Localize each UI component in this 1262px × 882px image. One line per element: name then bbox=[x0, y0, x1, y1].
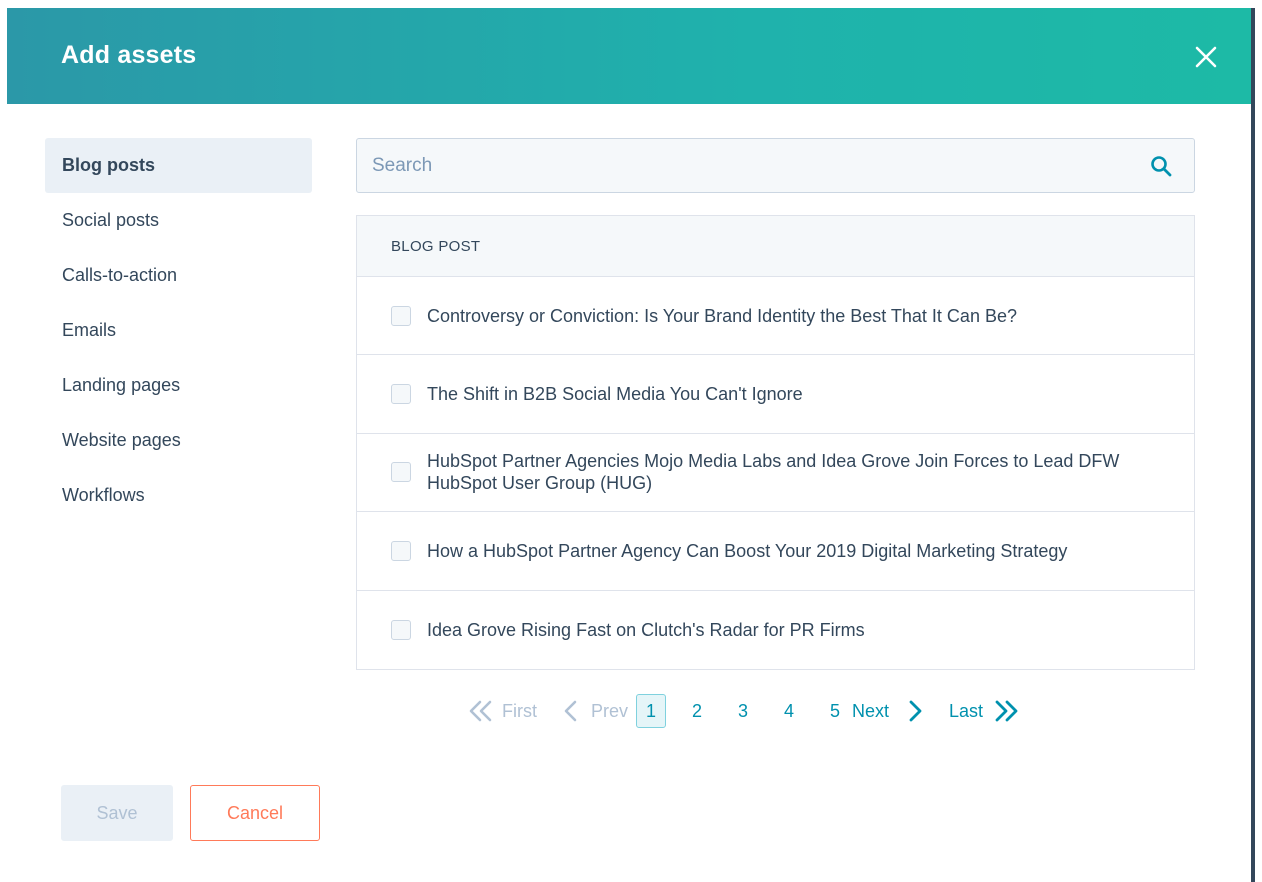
page-edge bbox=[0, 0, 1262, 8]
table-header: BLOG POST bbox=[357, 216, 1194, 277]
row-checkbox[interactable] bbox=[391, 619, 411, 640]
asset-type-sidebar: Blog posts Social posts Calls-to-action … bbox=[45, 138, 312, 523]
close-button[interactable] bbox=[1194, 45, 1218, 69]
row-title: HubSpot Partner Agencies Mojo Media Labs… bbox=[427, 451, 1120, 494]
page-3-button[interactable]: 3 bbox=[728, 694, 758, 728]
page-1-button[interactable]: 1 bbox=[636, 694, 667, 728]
sidebar-item-workflows[interactable]: Workflows bbox=[45, 468, 312, 523]
page-4-button[interactable]: 4 bbox=[774, 694, 804, 728]
sidebar-item-social-posts[interactable]: Social posts bbox=[45, 193, 312, 248]
add-assets-modal: Add assets Blog posts Social posts Calls… bbox=[7, 8, 1251, 882]
row-checkbox[interactable] bbox=[391, 540, 411, 561]
row-title: The Shift in B2B Social Media You Can't … bbox=[427, 384, 803, 405]
last-page-label[interactable]: Last bbox=[949, 701, 983, 722]
cancel-button[interactable]: Cancel bbox=[190, 785, 320, 841]
row-title: How a HubSpot Partner Agency Can Boost Y… bbox=[427, 540, 1068, 561]
search-box bbox=[356, 138, 1195, 193]
pagination: First Prev 1 2 3 4 5 Next Last bbox=[468, 691, 1019, 731]
prev-page-button bbox=[563, 699, 579, 723]
page-2-button[interactable]: 2 bbox=[682, 694, 712, 728]
chevron-left-icon bbox=[564, 700, 577, 722]
search-icon bbox=[1151, 156, 1172, 177]
save-button[interactable]: Save bbox=[61, 785, 173, 841]
prev-page-label: Prev bbox=[591, 700, 629, 721]
table-row: Controversy or Conviction: Is Your Brand… bbox=[357, 277, 1194, 356]
last-page-button[interactable] bbox=[993, 699, 1019, 723]
table-row: Idea Grove Rising Fast on Clutch's Radar… bbox=[357, 591, 1194, 669]
page-5-button[interactable]: 5 bbox=[820, 694, 850, 728]
table-row: How a HubSpot Partner Agency Can Boost Y… bbox=[357, 512, 1194, 591]
blog-post-table: BLOG POST Controversy or Conviction: Is … bbox=[356, 215, 1195, 670]
search-input[interactable] bbox=[357, 139, 1137, 192]
window-edge bbox=[1251, 8, 1255, 882]
row-title: Controversy or Conviction: Is Your Brand… bbox=[427, 305, 1017, 326]
first-page-button bbox=[468, 699, 494, 723]
row-title: Idea Grove Rising Fast on Clutch's Radar… bbox=[427, 619, 865, 640]
sidebar-item-website-pages[interactable]: Website pages bbox=[45, 413, 312, 468]
modal-header: Add assets bbox=[7, 8, 1251, 104]
next-page-button[interactable] bbox=[907, 699, 923, 723]
modal-title: Add assets bbox=[61, 41, 197, 69]
sidebar-item-calls-to-action[interactable]: Calls-to-action bbox=[45, 248, 312, 303]
double-chevron-left-icon bbox=[469, 700, 492, 722]
first-page-label: First bbox=[502, 700, 537, 721]
table-row: The Shift in B2B Social Media You Can't … bbox=[357, 355, 1194, 434]
double-chevron-right-icon bbox=[995, 700, 1018, 722]
table-row: HubSpot Partner Agencies Mojo Media Labs… bbox=[357, 434, 1194, 513]
next-page-label[interactable]: Next bbox=[852, 701, 889, 722]
close-icon bbox=[1195, 46, 1217, 68]
chevron-right-icon bbox=[909, 700, 922, 722]
sidebar-item-emails[interactable]: Emails bbox=[45, 303, 312, 358]
search-button[interactable] bbox=[1150, 155, 1172, 177]
row-checkbox[interactable] bbox=[391, 305, 411, 326]
row-checkbox[interactable] bbox=[391, 462, 411, 483]
row-checkbox[interactable] bbox=[391, 384, 411, 405]
sidebar-item-blog-posts[interactable]: Blog posts bbox=[45, 138, 312, 193]
sidebar-item-landing-pages[interactable]: Landing pages bbox=[45, 358, 312, 413]
